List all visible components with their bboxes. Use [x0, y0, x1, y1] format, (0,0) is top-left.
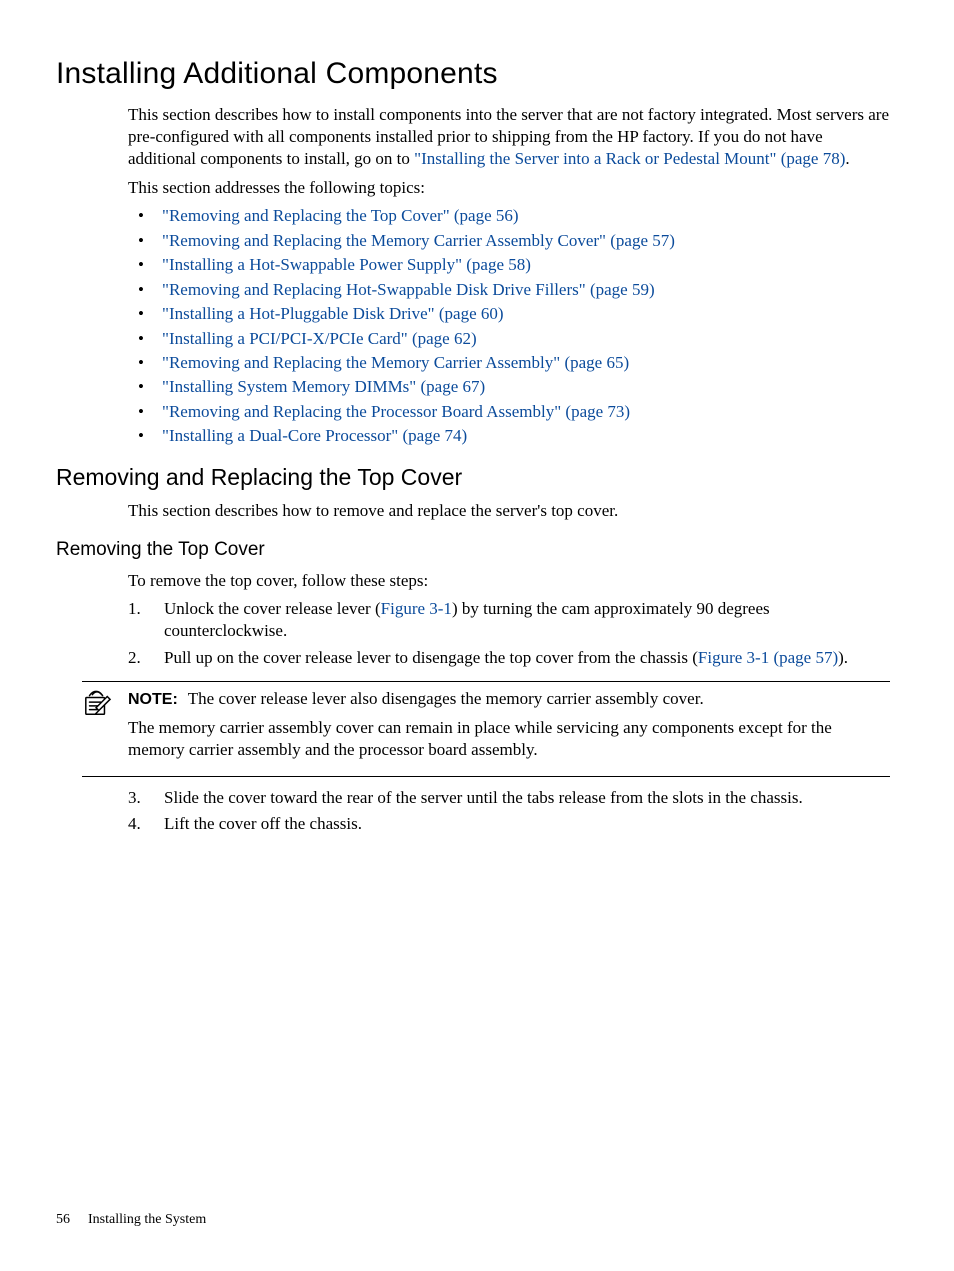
page: Installing Additional Components This se…: [0, 0, 954, 1271]
step-4: Lift the cover off the chassis.: [128, 813, 890, 835]
topic-link-6[interactable]: "Removing and Replacing the Memory Carri…: [162, 353, 629, 372]
list-item: "Removing and Replacing the Processor Bo…: [128, 401, 890, 423]
page-number: 56: [56, 1212, 70, 1227]
intro-text-2: .: [845, 149, 849, 168]
section-body: This section describes how to remove and…: [128, 500, 890, 522]
step2-text-b: ).: [838, 648, 848, 667]
intro-paragraph: This section describes how to install co…: [128, 104, 890, 171]
list-item: "Installing a Dual-Core Processor" (page…: [128, 425, 890, 447]
topic-link-4[interactable]: "Installing a Hot-Pluggable Disk Drive" …: [162, 304, 504, 323]
intro-block: This section describes how to install co…: [128, 104, 890, 448]
list-item: "Installing a Hot-Swappable Power Supply…: [128, 254, 890, 276]
page-footer: 56 Installing the System: [56, 1211, 206, 1229]
topic-link-3[interactable]: "Removing and Replacing Hot-Swappable Di…: [162, 280, 655, 299]
page-title: Installing Additional Components: [56, 54, 898, 94]
list-item: "Installing a PCI/PCI-X/PCIe Card" (page…: [128, 328, 890, 350]
step-3: Slide the cover toward the rear of the s…: [128, 787, 890, 809]
topic-link-9[interactable]: "Installing a Dual-Core Processor" (page…: [162, 426, 467, 445]
topic-link-1[interactable]: "Removing and Replacing the Memory Carri…: [162, 231, 675, 250]
link-install-rack[interactable]: "Installing the Server into a Rack or Pe…: [414, 149, 845, 168]
steps-list-cont: Slide the cover toward the rear of the s…: [128, 787, 890, 836]
topics-list: "Removing and Replacing the Top Cover" (…: [128, 205, 890, 447]
link-figure-3-1-a[interactable]: Figure 3-1: [381, 599, 452, 618]
note-line-1: NOTE: The cover release lever also diseng…: [128, 688, 890, 710]
step-1: Unlock the cover release lever (Figure 3…: [128, 598, 890, 643]
subsection-body: To remove the top cover, follow these st…: [128, 570, 890, 836]
topic-link-0[interactable]: "Removing and Replacing the Top Cover" (…: [162, 206, 519, 225]
footer-title: Installing the System: [88, 1212, 206, 1227]
topics-lead: This section addresses the following top…: [128, 177, 890, 199]
subsection-heading-removing: Removing the Top Cover: [56, 537, 898, 562]
topic-link-2[interactable]: "Installing a Hot-Swappable Power Supply…: [162, 255, 531, 274]
step1-text-a: Unlock the cover release lever (: [164, 599, 381, 618]
step2-text-a: Pull up on the cover release lever to di…: [164, 648, 698, 667]
note-icon-col: [82, 688, 128, 767]
note-label: NOTE:: [128, 691, 178, 708]
section-intro: This section describes how to remove and…: [128, 500, 890, 522]
list-item: "Installing System Memory DIMMs" (page 6…: [128, 376, 890, 398]
steps-list: Unlock the cover release lever (Figure 3…: [128, 598, 890, 669]
list-item: "Removing and Replacing the Memory Carri…: [128, 230, 890, 252]
note-text: NOTE: The cover release lever also diseng…: [128, 688, 890, 767]
topic-link-7[interactable]: "Installing System Memory DIMMs" (page 6…: [162, 377, 485, 396]
note-line-2: The memory carrier assembly cover can re…: [128, 717, 890, 762]
note-block: NOTE: The cover release lever also diseng…: [82, 681, 890, 776]
list-item: "Installing a Hot-Pluggable Disk Drive" …: [128, 303, 890, 325]
note-icon: [82, 703, 112, 722]
link-figure-3-1-b[interactable]: Figure 3-1 (page 57): [698, 648, 838, 667]
list-item: "Removing and Replacing the Memory Carri…: [128, 352, 890, 374]
list-item: "Removing and Replacing Hot-Swappable Di…: [128, 279, 890, 301]
topic-link-8[interactable]: "Removing and Replacing the Processor Bo…: [162, 402, 630, 421]
topic-link-5[interactable]: "Installing a PCI/PCI-X/PCIe Card" (page…: [162, 329, 477, 348]
step-2: Pull up on the cover release lever to di…: [128, 647, 890, 669]
steps-lead: To remove the top cover, follow these st…: [128, 570, 890, 592]
note-line1-text: The cover release lever also disengages …: [188, 689, 704, 708]
list-item: "Removing and Replacing the Top Cover" (…: [128, 205, 890, 227]
section-heading-top-cover: Removing and Replacing the Top Cover: [56, 462, 898, 492]
